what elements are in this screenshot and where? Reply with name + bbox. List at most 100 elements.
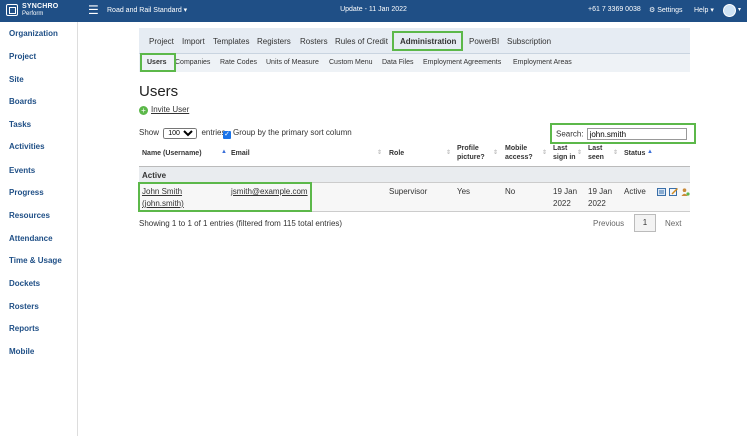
page-title: Users <box>139 83 179 100</box>
tab-registers[interactable]: Registers <box>257 37 291 46</box>
sidebar-item-activities[interactable]: Activities <box>9 142 45 151</box>
subtab-employment-areas[interactable]: Employment Areas <box>513 59 572 66</box>
administration-highlight <box>392 31 463 51</box>
col-header-profile-line1: Profile <box>457 145 479 152</box>
col-header-signin-line2: sign in <box>553 154 576 161</box>
sidebar-item-tasks[interactable]: Tasks <box>9 120 31 129</box>
tab-rules-of-credit[interactable]: Rules of Credit <box>335 37 388 46</box>
next-button[interactable]: Next <box>665 219 681 228</box>
hamburger-menu-icon[interactable]: ☰ <box>88 4 99 16</box>
sidebar-item-time-usage[interactable]: Time & Usage <box>9 256 62 265</box>
sort-icon[interactable]: ⇕ <box>613 149 618 156</box>
col-header-role[interactable]: Role <box>389 149 404 158</box>
subtab-units-of-measure[interactable]: Units of Measure <box>266 59 319 66</box>
user-permissions-icon[interactable] <box>681 188 690 196</box>
sort-icon[interactable]: ⇕ <box>377 149 382 156</box>
tab-subscription[interactable]: Subscription <box>507 37 551 46</box>
subtab-companies[interactable]: Companies <box>175 59 210 66</box>
col-header-seen-line2: seen <box>588 154 604 161</box>
synchro-logo[interactable]: SYNCHRO Perform <box>6 3 76 19</box>
sidebar-item-dockets[interactable]: Dockets <box>9 279 40 288</box>
sort-icon[interactable]: ⇕ <box>577 149 582 156</box>
invite-user-link[interactable]: + Invite User <box>139 105 189 115</box>
page-length-control: Show 100 entries <box>139 128 226 139</box>
col-header-name[interactable]: Name (Username) <box>142 149 202 158</box>
sidebar-item-events[interactable]: Events <box>9 166 35 175</box>
sort-icon[interactable]: ⇕ <box>493 149 498 156</box>
sub-nav: Users Companies Rate Codes Units of Meas… <box>139 54 690 72</box>
user-avatar[interactable] <box>723 4 736 17</box>
sort-icon[interactable]: ⇕ <box>446 149 451 156</box>
sort-asc-icon[interactable]: ▲ <box>221 149 227 155</box>
subtab-rate-codes[interactable]: Rate Codes <box>220 59 257 66</box>
subtab-custom-menu[interactable]: Custom Menu <box>329 59 373 66</box>
company-selector[interactable]: Road and Rail Standard ▾ <box>107 6 187 14</box>
plus-icon: + <box>139 106 148 115</box>
entries-label: entries <box>201 128 226 137</box>
sidebar-item-organization[interactable]: Organization <box>9 29 58 38</box>
user-status: Active <box>624 187 646 196</box>
subtab-data-files[interactable]: Data Files <box>382 59 414 66</box>
sort-icon[interactable]: ⇕ <box>542 149 547 156</box>
col-header-email[interactable]: Email <box>231 149 250 158</box>
user-highlight <box>138 182 312 212</box>
col-header-mobile-line1: Mobile <box>505 145 528 152</box>
user-last-seen-year: 2022 <box>588 199 606 208</box>
group-label: Active <box>142 171 167 180</box>
col-header-status[interactable]: Status <box>624 149 645 158</box>
col-header-signin-line1: Last <box>553 145 568 152</box>
tab-import[interactable]: Import <box>182 37 205 46</box>
users-highlight <box>140 53 176 72</box>
sidebar-item-boards[interactable]: Boards <box>9 97 37 106</box>
sidebar-item-project[interactable]: Project <box>9 52 36 61</box>
view-details-icon[interactable] <box>657 188 666 196</box>
col-header-mobile-line2: access? <box>505 154 533 161</box>
table-header: Name (Username) ▲ Email ⇕ Role ⇕ Profile… <box>139 141 690 167</box>
col-header-seen-line1: Last <box>588 145 603 152</box>
show-label: Show <box>139 128 160 137</box>
tab-project[interactable]: Project <box>149 37 174 46</box>
user-role: Supervisor <box>389 187 428 196</box>
user-last-sign-in-date: 19 Jan <box>553 187 578 196</box>
invite-user-label: Invite User <box>151 105 190 114</box>
logo-text: SYNCHRO <box>22 3 59 10</box>
table-group-header: Active <box>139 167 690 183</box>
sidebar-item-resources[interactable]: Resources <box>9 211 50 220</box>
sidebar-item-attendance[interactable]: Attendance <box>9 234 53 243</box>
checkbox-checked-icon[interactable]: ✓ <box>223 131 231 139</box>
user-mobile-access: No <box>505 187 516 196</box>
col-header-last-sign-in[interactable]: Last sign in <box>553 144 576 162</box>
tab-rosters[interactable]: Rosters <box>300 37 328 46</box>
user-last-seen-date: 19 Jan <box>588 187 613 196</box>
sidebar-item-progress[interactable]: Progress <box>9 188 44 197</box>
sidebar-item-mobile[interactable]: Mobile <box>9 347 34 356</box>
sidebar-item-reports[interactable]: Reports <box>9 324 39 333</box>
table-info: Showing 1 to 1 of 1 entries (filtered fr… <box>139 219 343 228</box>
group-by-checkbox[interactable]: ✓ Group by the primary sort column <box>223 128 352 139</box>
sort-asc-icon[interactable]: ▲ <box>647 149 653 155</box>
help-menu[interactable]: Help ▾ <box>694 6 714 14</box>
edit-icon[interactable] <box>669 188 678 196</box>
user-profile-picture: Yes <box>457 187 471 196</box>
sidebar-item-site[interactable]: Site <box>9 75 24 84</box>
gear-icon: ⚙ <box>649 7 656 14</box>
tab-powerbi[interactable]: PowerBI <box>469 37 499 46</box>
chevron-down-icon[interactable]: ▾ <box>738 6 741 13</box>
col-header-profile-picture[interactable]: Profile picture? <box>457 144 485 162</box>
previous-button[interactable]: Previous <box>593 219 624 228</box>
logo-mark-icon <box>6 4 18 16</box>
settings-link[interactable]: ⚙ Settings <box>649 6 683 14</box>
user-last-sign-in-year: 2022 <box>553 199 571 208</box>
logo-subtext: Perform <box>22 11 44 17</box>
page-button[interactable]: 1 <box>634 214 656 232</box>
sidebar-item-rosters[interactable]: Rosters <box>9 302 39 311</box>
support-phone: +61 7 3369 0038 <box>588 6 641 13</box>
page-length-select[interactable]: 100 <box>163 128 198 139</box>
subtab-employment-agreements[interactable]: Employment Agreements <box>423 59 501 66</box>
col-header-profile-line2: picture? <box>457 154 485 161</box>
help-label: Help <box>694 7 709 14</box>
col-header-mobile-access[interactable]: Mobile access? <box>505 144 533 162</box>
col-header-last-seen[interactable]: Last seen <box>588 144 604 162</box>
tab-templates[interactable]: Templates <box>213 37 249 46</box>
top-bar: SYNCHRO Perform ☰ Road and Rail Standard… <box>0 0 747 22</box>
